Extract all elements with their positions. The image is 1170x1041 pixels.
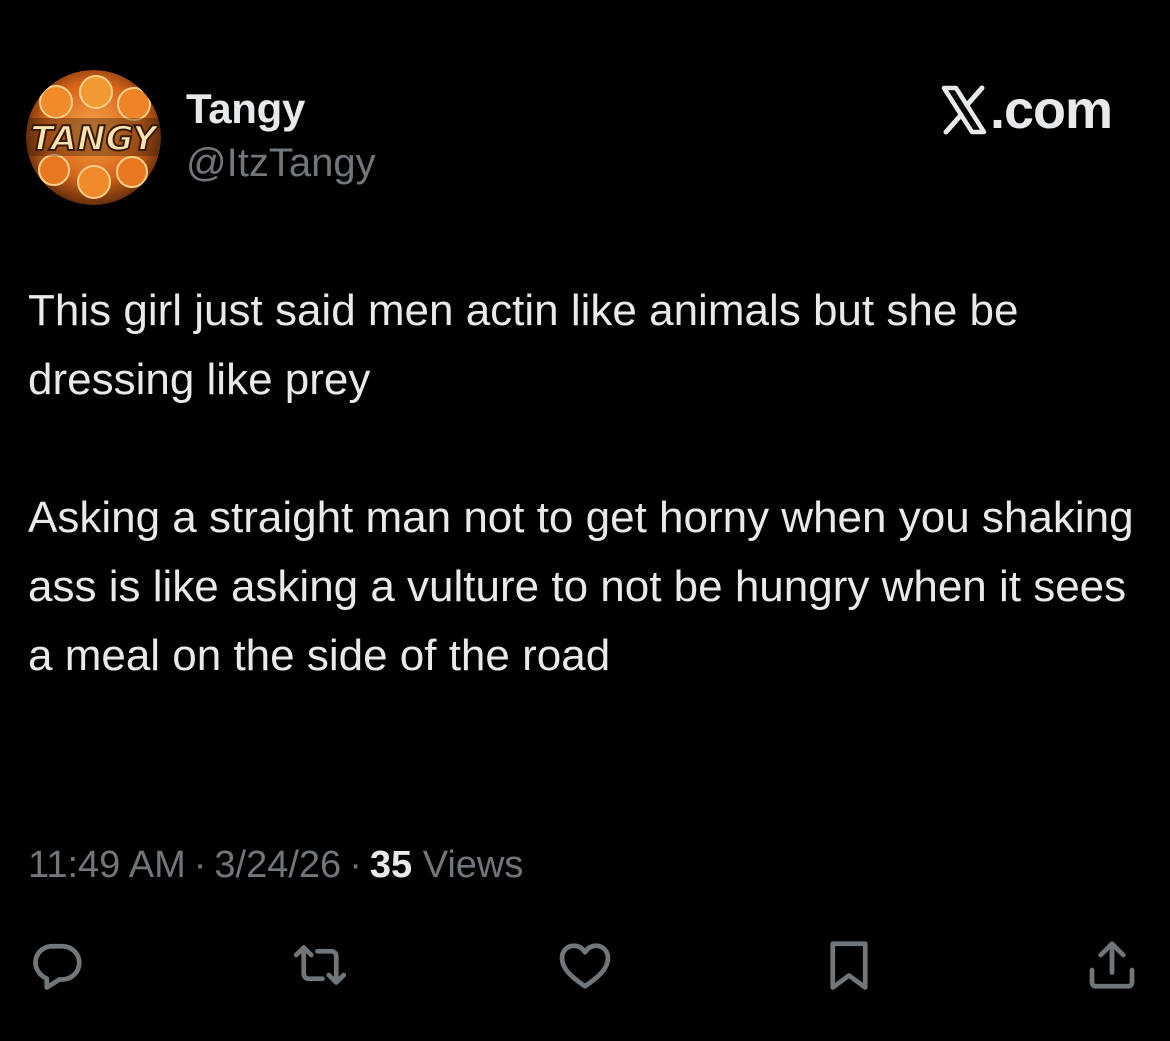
tweet-meta: 11:49 AM · 3/24/26 · 35 Views — [28, 840, 523, 890]
retweet-icon — [293, 945, 347, 985]
share-icon — [1089, 941, 1135, 989]
user-handle[interactable]: @ItzTangy — [186, 138, 376, 188]
tweet-text: This girl just said men actin like anima… — [28, 286, 1134, 680]
views-label[interactable]: Views — [423, 844, 524, 886]
separator-dot: · — [349, 844, 362, 886]
like-button[interactable] — [555, 935, 615, 995]
x-logo-icon — [941, 85, 987, 135]
reply-button[interactable] — [28, 935, 88, 995]
brand-label: .com — [989, 80, 1113, 140]
reply-icon — [33, 943, 82, 990]
display-name[interactable]: Tangy — [186, 84, 305, 134]
views-count[interactable]: 35 — [370, 844, 412, 886]
avatar-text: TANGY — [30, 119, 160, 159]
heart-icon — [559, 943, 611, 989]
brand-watermark: .com — [941, 80, 1113, 140]
bookmark-icon — [830, 941, 868, 990]
tweet-date[interactable]: 3/24/26 — [214, 844, 341, 886]
bookmark-button[interactable] — [819, 935, 879, 995]
retweet-button[interactable] — [290, 935, 350, 995]
avatar[interactable]: TANGY — [26, 70, 161, 205]
avatar-image: TANGY — [26, 70, 161, 205]
tweet-time[interactable]: 11:49 AM — [28, 844, 186, 886]
separator-dot: · — [193, 844, 207, 886]
share-button[interactable] — [1082, 935, 1142, 995]
action-bar — [0, 935, 1170, 995]
